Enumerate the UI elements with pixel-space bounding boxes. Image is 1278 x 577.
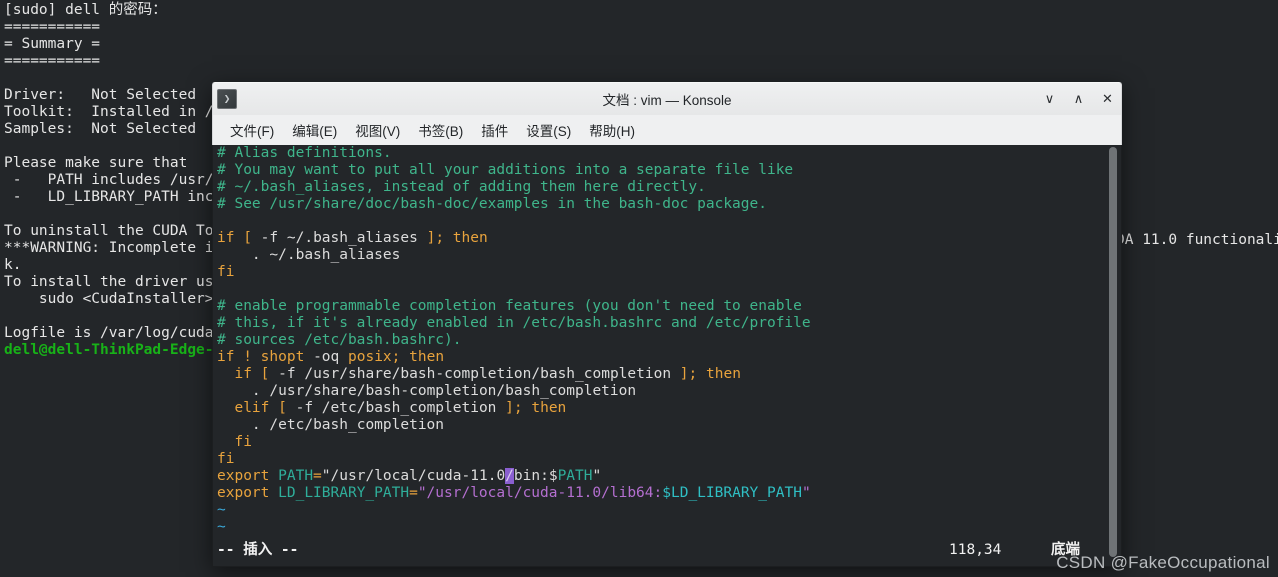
scrollbar-thumb[interactable] <box>1109 147 1117 557</box>
vim-line: ~ <box>217 502 226 518</box>
vim-line: # See /usr/share/doc/bash-doc/examples i… <box>217 196 767 212</box>
vim-mode-indicator: -- 插入 -- <box>217 542 299 558</box>
vim-line: # You may want to put all your additions… <box>217 162 794 178</box>
terminal-output-line: k. <box>4 257 22 273</box>
vim-line: # ~/.bash_aliases, instead of adding the… <box>217 179 706 195</box>
close-icon[interactable]: ✕ <box>1100 92 1115 107</box>
konsole-window[interactable]: ❯ 文档 : vim — Konsole ∨ ∧ ✕ 文件(F) 编辑(E) 视图(… <box>212 82 1122 567</box>
vim-line: . /etc/bash_completion <box>251 417 445 433</box>
vim-line <box>217 213 811 230</box>
menu-item-3[interactable]: 书签(B) <box>409 117 472 143</box>
terminal-icon: ❯ <box>217 89 237 109</box>
terminal-output-line: To install the driver usin <box>4 274 231 290</box>
vim-line: ~ <box>217 519 226 535</box>
menu-item-0[interactable]: 文件(F) <box>221 117 283 143</box>
maximize-icon[interactable]: ∧ <box>1071 92 1086 107</box>
vim-statusline: -- 插入 -- 118,34 底端 <box>213 541 1121 560</box>
vim-line <box>217 281 811 298</box>
vim-cursor: / <box>505 468 514 484</box>
vim-buffer[interactable]: # Alias definitions. # You may want to pu… <box>217 145 811 536</box>
vim-line: if ! shopt -oq posix; then <box>217 349 445 365</box>
menu-item-6[interactable]: 帮助(H) <box>580 117 644 143</box>
terminal-content[interactable]: # Alias definitions. # You may want to pu… <box>212 145 1122 567</box>
minimize-icon[interactable]: ∨ <box>1042 92 1057 107</box>
vim-line: fi <box>234 434 252 450</box>
terminal-output-line: Logfile is /var/log/cuda-i <box>4 325 231 341</box>
terminal-output-line: =========== <box>4 19 101 35</box>
window-titlebar[interactable]: ❯ 文档 : vim — Konsole ∨ ∧ ✕ <box>212 82 1122 115</box>
window-controls: ∨ ∧ ✕ <box>1042 83 1115 115</box>
vim-line: export LD_LIBRARY_PATH="/usr/local/cuda-… <box>217 485 811 501</box>
terminal-output-line: To uninstall the CUDA Tool <box>4 223 231 239</box>
menu-item-1[interactable]: 编辑(E) <box>283 117 346 143</box>
vim-line: # Alias definitions. <box>217 145 392 161</box>
watermark: CSDN @FakeOccupational <box>1056 553 1270 572</box>
menubar[interactable]: 文件(F) 编辑(E) 视图(V) 书签(B) 插件 设置(S) 帮助(H) <box>212 115 1122 145</box>
screen: [sudo] dell 的密码： =========== = Summary = ==… <box>0 0 1278 577</box>
terminal-output-line: - LD_LIBRARY_PATH inclu <box>4 189 231 205</box>
menu-item-4[interactable]: 插件 <box>472 117 517 143</box>
vim-line: if [ -f /usr/share/bash-completion/bash_… <box>234 366 741 382</box>
terminal-output-line: Driver: Not Selected <box>4 87 197 103</box>
terminal-output-line: Toolkit: Installed in /us <box>4 104 231 120</box>
terminal-output-line: sudo <CudaInstaller>.r <box>4 291 231 307</box>
vim-line: # enable programmable completion feature… <box>217 298 802 314</box>
vim-line: . ~/.bash_aliases <box>251 247 401 263</box>
vim-line: # sources /etc/bash.bashrc). <box>217 332 462 348</box>
terminal-output-line: - PATH includes /usr/lo <box>4 172 231 188</box>
vim-line: fi <box>217 451 235 467</box>
menu-item-2[interactable]: 视图(V) <box>346 117 409 143</box>
terminal-output-line: [sudo] dell 的密码： <box>4 2 167 18</box>
terminal-output-line: ***WARNING: Incomplete ins <box>4 240 231 256</box>
terminal-output-line: =========== <box>4 53 101 69</box>
vim-line: elif [ -f /etc/bash_completion ]; then <box>234 400 567 416</box>
vim-line: if [ -f ~/.bash_aliases ]; then <box>217 230 488 246</box>
shell-prompt: dell@dell-ThinkPad-Edge-E4 <box>4 342 231 358</box>
vim-line: export PATH="/usr/local/cuda-11.0/bin:$P… <box>217 468 602 484</box>
terminal-output-line: Samples: Not Selected <box>4 121 197 137</box>
vim-line: fi <box>217 264 235 280</box>
vertical-scrollbar[interactable] <box>1107 145 1119 565</box>
terminal-output-line: = Summary = <box>4 36 101 52</box>
menu-item-5[interactable]: 设置(S) <box>517 117 580 143</box>
vim-cursor-position: 118,34 <box>949 542 1002 558</box>
vim-line: # this, if it's already enabled in /etc/… <box>217 315 811 331</box>
vim-line: . /usr/share/bash-completion/bash_comple… <box>251 383 637 399</box>
background-terminal-right-fragment: DA 11.0 functionalit <box>1116 232 1278 248</box>
window-title: 文档 : vim — Konsole <box>602 93 732 108</box>
terminal-output-line: Please make sure that <box>4 155 188 171</box>
